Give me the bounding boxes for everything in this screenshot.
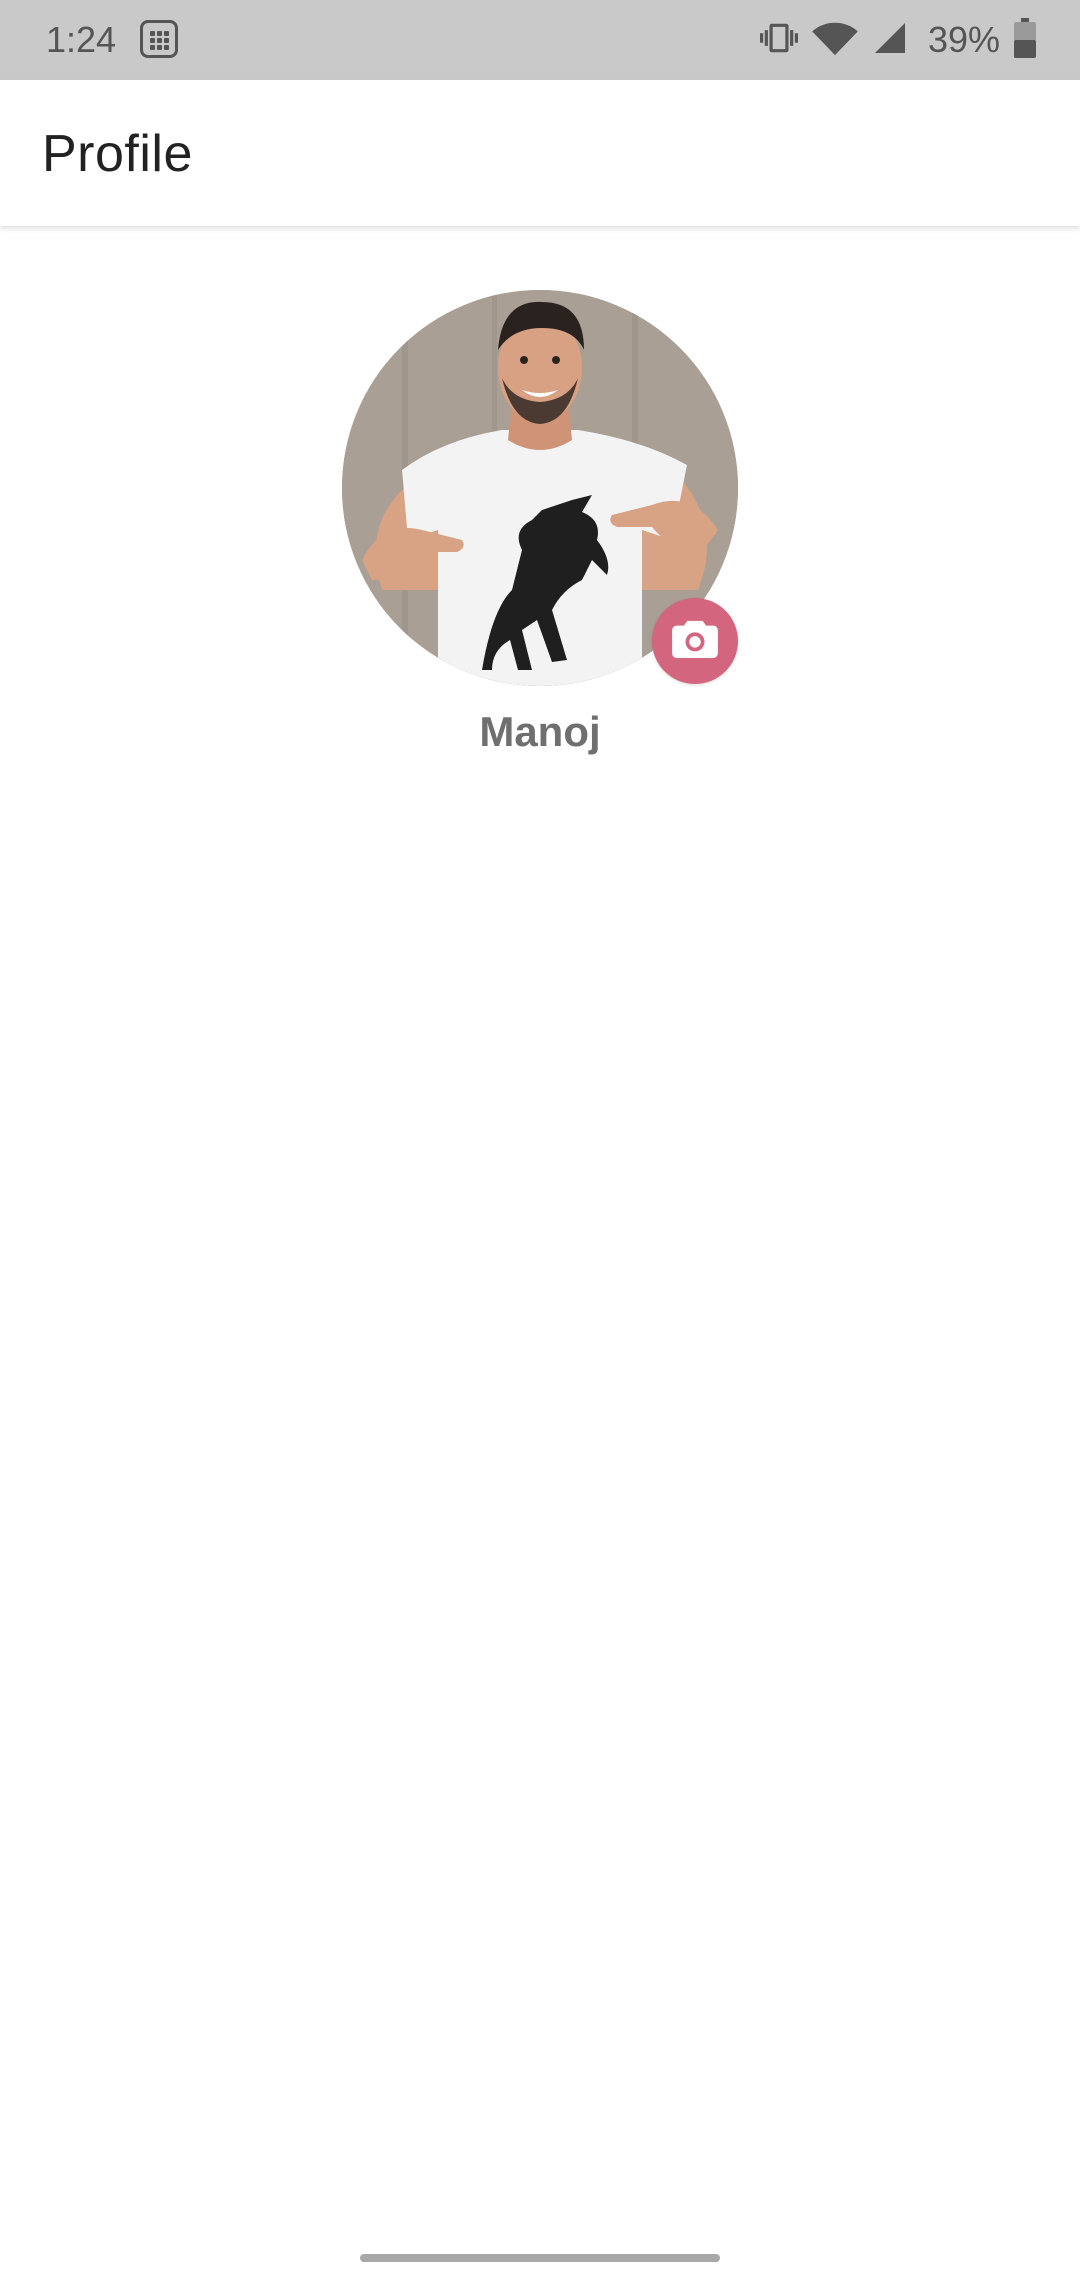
page-title: Profile (42, 125, 193, 183)
status-bar: 1:24 39% (0, 0, 1080, 80)
home-indicator[interactable] (360, 2254, 720, 2262)
app-bar: Profile (0, 80, 1080, 226)
calculator-notification-icon (140, 20, 178, 58)
vibrate-icon (759, 19, 798, 62)
wifi-icon (812, 19, 858, 62)
battery-percent: 39% (927, 19, 1000, 60)
user-name: Manoj (479, 708, 601, 755)
camera-icon (672, 619, 718, 664)
status-time: 1:24 (46, 19, 117, 60)
change-photo-button[interactable] (652, 598, 738, 684)
profile-avatar-container (342, 290, 738, 686)
status-icons: 39% (759, 16, 1036, 64)
cellular-signal-icon (872, 20, 908, 61)
battery-icon (1014, 17, 1036, 63)
